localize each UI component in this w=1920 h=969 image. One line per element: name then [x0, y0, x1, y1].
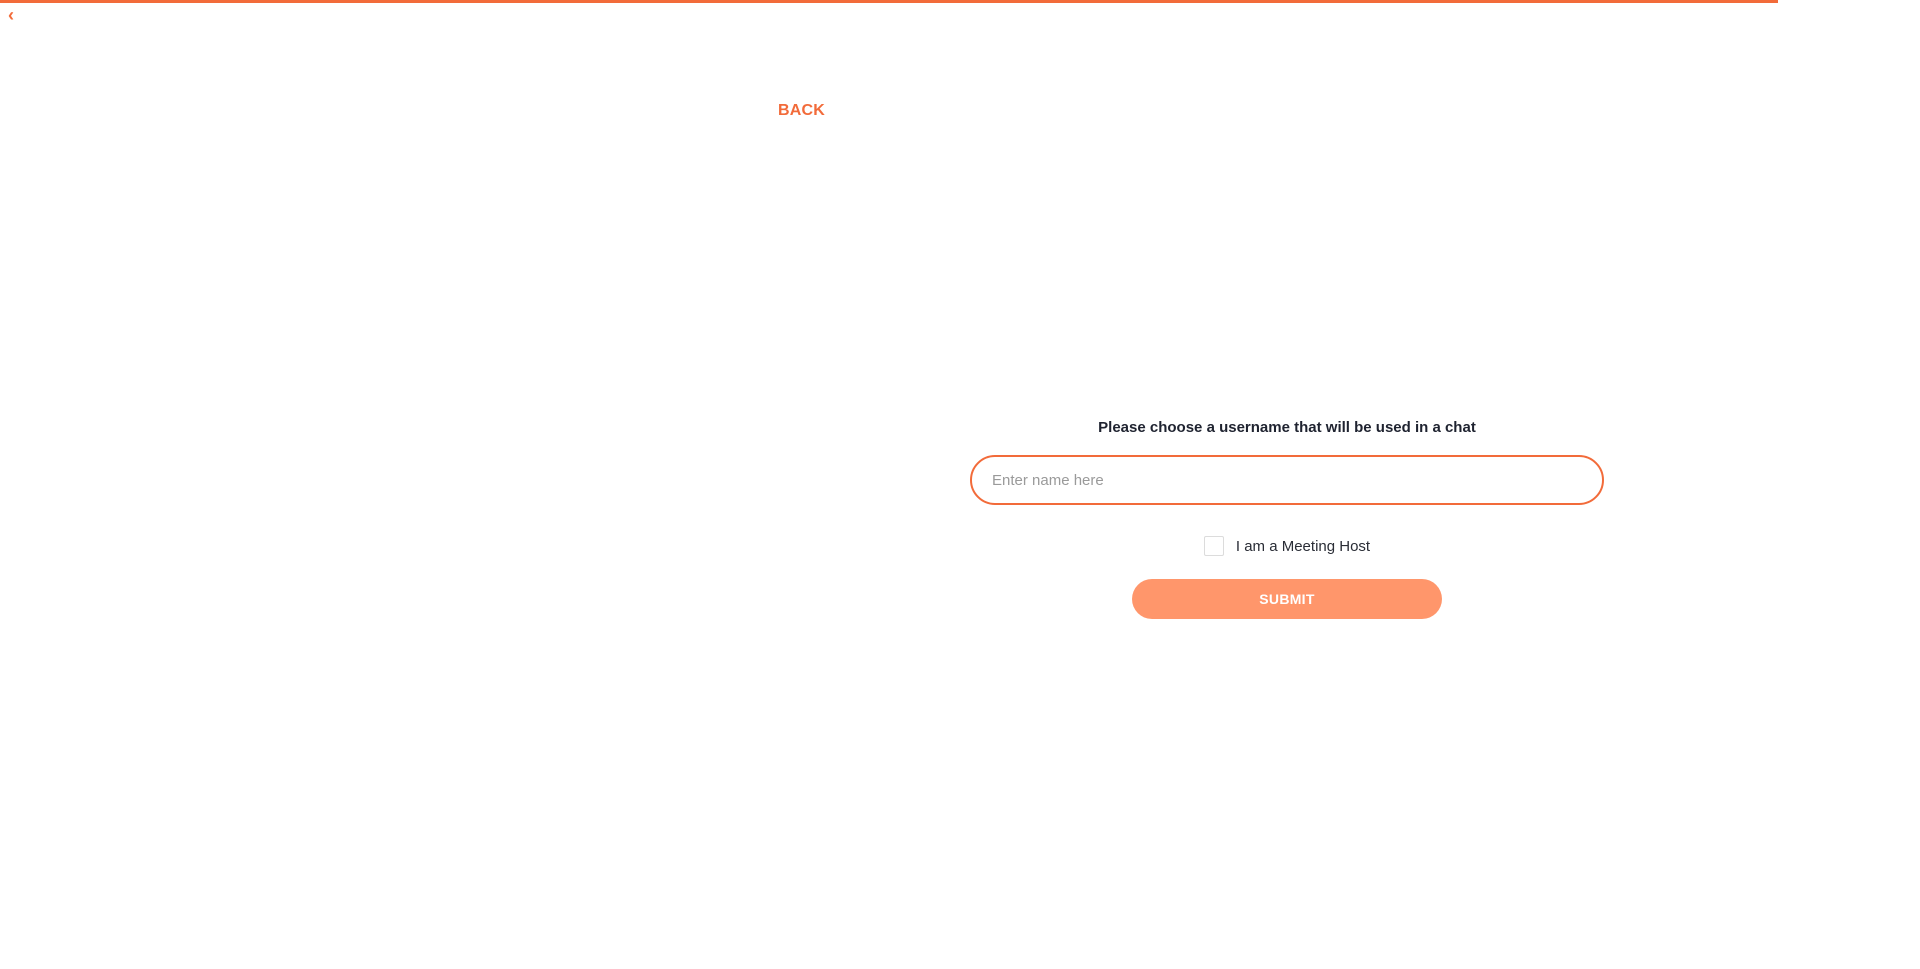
meeting-host-checkbox[interactable]	[1203, 536, 1224, 556]
wave-lines-background	[0, 0, 645, 969]
submit-button[interactable]: SUBMIT	[1132, 579, 1442, 619]
back-link[interactable]: BACK	[778, 102, 825, 120]
meeting-host-row: I am a Meeting Host	[970, 535, 1604, 557]
meeting-host-label: I am a Meeting Host	[1235, 537, 1371, 555]
username-prompt: Please choose a username that will be us…	[1098, 419, 1476, 436]
username-input[interactable]	[970, 455, 1604, 505]
username-form: Please choose a username that will be us…	[970, 418, 1604, 619]
corner-chevron-icon: ‹	[8, 5, 14, 25]
username-page: ‹ BACK Please choose a username that wil…	[0, 0, 1920, 969]
